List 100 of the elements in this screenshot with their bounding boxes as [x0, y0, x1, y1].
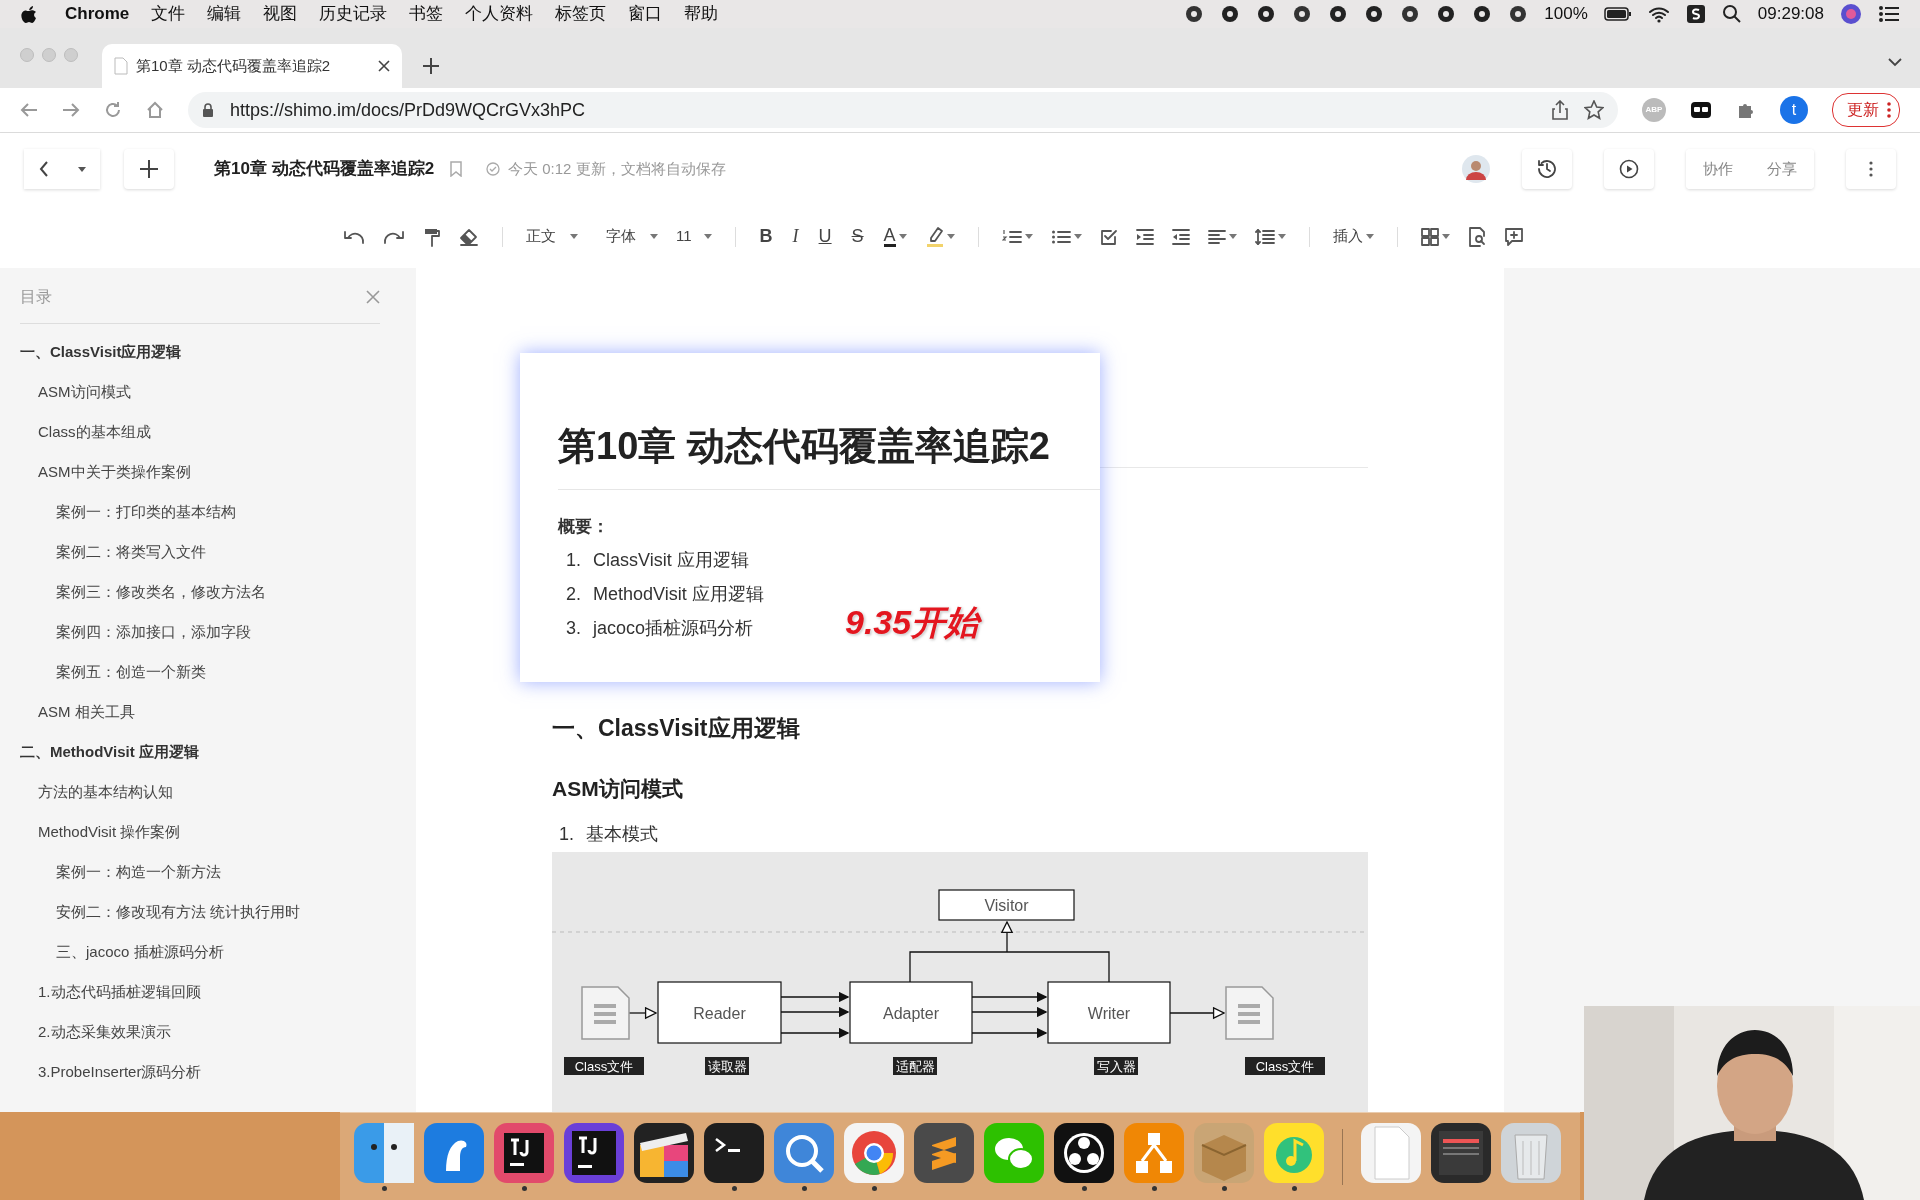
strikethrough-button[interactable]: S [841, 220, 874, 253]
outline-item[interactable]: 3.ProbeInserter源码分析 [20, 1052, 380, 1092]
menu-item[interactable]: 书签 [398, 1, 455, 27]
siri-icon[interactable] [1840, 3, 1862, 25]
menu-extra-icon[interactable] [1472, 4, 1493, 24]
font-dropdown[interactable]: 字体 [597, 220, 667, 253]
s-logo-icon[interactable] [914, 1122, 974, 1183]
visitor-node: Visitor [938, 889, 1075, 921]
menu-extra-icon[interactable] [1256, 4, 1277, 24]
menu-extra-icon[interactable] [1292, 4, 1313, 24]
outline-item[interactable]: 2.动态采集效果演示 [20, 1012, 380, 1052]
outline-item[interactable]: ASM 相关工具 [20, 692, 380, 732]
new-button[interactable] [124, 149, 174, 189]
back-button[interactable] [24, 149, 64, 189]
outline-item[interactable]: 二、MethodVisit 应用逻辑 [20, 732, 380, 772]
close-icon[interactable] [378, 60, 390, 72]
menu-item[interactable]: 个人资料 [454, 1, 545, 27]
list-number: 1. [566, 549, 581, 572]
new-tab-icon[interactable] [422, 57, 440, 75]
terminal-icon[interactable] [704, 1122, 764, 1183]
browser-tab[interactable]: 第10章 动态代码覆盖率追踪2 [102, 44, 402, 88]
menu-item[interactable]: 视图 [252, 1, 309, 27]
outline-item[interactable]: 案例二：将类写入文件 [20, 532, 380, 572]
battery-percent: 100% [1544, 3, 1588, 26]
app-menu[interactable]: Chrome [54, 1, 141, 27]
s-icon[interactable] [1685, 4, 1706, 24]
document-title: 第10章 动态代码覆盖率追踪2 [214, 158, 435, 181]
profile-avatar[interactable]: t [1780, 96, 1808, 124]
caret-icon [1024, 234, 1033, 239]
list-icon[interactable] [1878, 5, 1900, 23]
address-bar[interactable]: https://shimo.im/docs/PrDd9WQCrGVx3hPC [188, 92, 1618, 128]
reload-icon[interactable] [104, 101, 122, 119]
outline-item[interactable]: 三、jacoco 插桩源码分析 [20, 932, 380, 972]
menu-extra-icon[interactable] [1364, 4, 1385, 24]
text-color-button[interactable]: A [873, 220, 917, 253]
update-button[interactable]: 更新 [1832, 93, 1900, 127]
back-arrow-icon[interactable] [20, 102, 38, 118]
summary-item: ClassVisit 应用逻辑 [593, 549, 749, 572]
present-button[interactable] [1604, 149, 1654, 189]
menu-item[interactable]: 帮助 [673, 1, 730, 27]
outline-item[interactable]: 安例二：修改现有方法 统计执行用时 [20, 892, 380, 932]
history-button[interactable] [1522, 149, 1572, 189]
outline-item[interactable]: ASM中关于类操作案例 [20, 452, 380, 492]
ide-icon[interactable] [564, 1122, 624, 1183]
avatar-icon[interactable] [1462, 155, 1490, 183]
diagram-icon[interactable] [1124, 1122, 1184, 1183]
indent-icon [1135, 228, 1154, 245]
outline-item[interactable]: 案例一：打印类的基本结构 [20, 492, 380, 532]
outline-item[interactable]: 案例一：构造一个新方法 [20, 852, 380, 892]
diagram-label: 写入器 [1094, 1057, 1138, 1075]
italic-button[interactable]: I [782, 220, 809, 253]
menu-extra-icon[interactable] [1220, 4, 1241, 24]
menu-extra-icon[interactable] [1400, 4, 1421, 24]
paragraph-style-dropdown[interactable]: 正文 [517, 220, 587, 253]
menu-item[interactable]: 编辑 [196, 1, 253, 27]
star-icon[interactable] [1584, 100, 1604, 120]
search-icon[interactable] [1721, 4, 1742, 24]
outline-item[interactable]: 1.动态代码插桩逻辑回顾 [20, 972, 380, 1012]
outline-item[interactable]: 案例四：添加接口，添加字段 [20, 612, 380, 652]
outline-item[interactable]: ASM访问模式 [20, 372, 380, 412]
battery-icon [1603, 7, 1632, 21]
menu-item[interactable]: 历史记录 [308, 1, 399, 27]
collaborate-button[interactable]: 协作 [1686, 149, 1750, 189]
wifi-icon[interactable] [1647, 5, 1670, 23]
underline-button[interactable]: U [808, 220, 842, 253]
menu-item[interactable]: 标签页 [544, 1, 618, 27]
home-icon[interactable] [146, 101, 164, 119]
chevron-down-icon[interactable] [1888, 58, 1902, 67]
insert-dropdown[interactable]: 插入 [1323, 220, 1383, 253]
menu-extra-icon[interactable] [1436, 4, 1457, 24]
menu-extra-icon[interactable] [1328, 4, 1349, 24]
ide-icon[interactable] [494, 1122, 554, 1183]
window-icon[interactable] [1431, 1122, 1491, 1183]
diagram-label: Class文件 [564, 1057, 644, 1075]
apple-icon[interactable] [20, 4, 38, 24]
bird-icon[interactable] [424, 1122, 484, 1183]
share-icon[interactable] [1552, 100, 1568, 120]
bold-button[interactable]: B [749, 220, 783, 253]
clapperboard-icon[interactable] [634, 1122, 694, 1183]
outline-item[interactable]: 案例三：修改类名，修改方法名 [20, 572, 380, 612]
running-indicator [521, 1185, 527, 1191]
finder-face-icon[interactable] [354, 1122, 414, 1183]
font-size-dropdown[interactable]: 11 [667, 220, 721, 253]
menu-extra-icon[interactable] [1184, 4, 1205, 24]
menu-extra-icon[interactable] [1508, 4, 1529, 24]
mask-icon[interactable] [1690, 100, 1712, 120]
share-button[interactable]: 分享 [1750, 149, 1814, 189]
browser-icon[interactable] [844, 1122, 904, 1183]
outline-item[interactable]: 方法的基本结构认知 [20, 772, 380, 812]
magnifier-icon[interactable] [774, 1122, 834, 1183]
file-icon [581, 986, 630, 1040]
outline-item[interactable]: Class的基本组成 [20, 412, 380, 452]
three-circles-icon[interactable] [1054, 1122, 1114, 1183]
menu-item[interactable]: 窗口 [617, 1, 674, 27]
outline-item[interactable]: MethodVisit 操作案例 [20, 812, 380, 852]
outline-item[interactable]: 案例五：创造一个新类 [20, 652, 380, 692]
forward-arrow-icon[interactable] [62, 102, 80, 118]
outline-item[interactable]: 一、ClassVisit应用逻辑 [20, 332, 380, 372]
menu-item[interactable]: 文件 [140, 1, 197, 27]
lock-icon [202, 102, 214, 118]
